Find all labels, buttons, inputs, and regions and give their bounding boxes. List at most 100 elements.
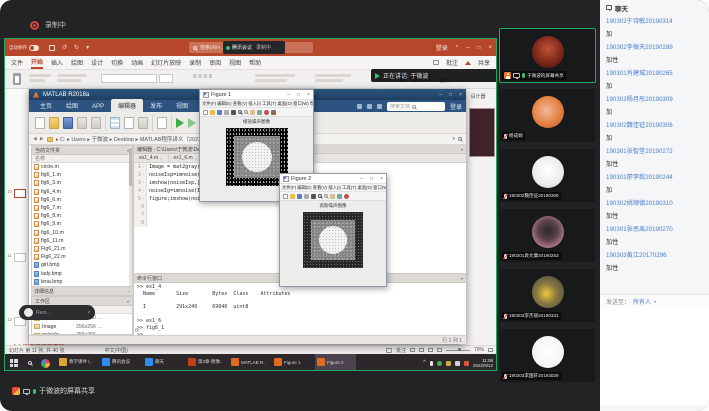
up-folder-icon[interactable] <box>47 137 53 142</box>
figure2-titlebar[interactable]: Figure 2 – □ × <box>280 174 386 184</box>
status-comment-label[interactable]: 批注 <box>396 347 406 354</box>
message-sender[interactable]: 190301张智堂20190272 <box>606 145 703 158</box>
brush-icon[interactable] <box>271 110 276 115</box>
ppt-menu-item[interactable]: 视图 <box>229 58 241 67</box>
toolstrip-tab[interactable]: APP <box>85 102 111 112</box>
meeting-overlay-pill[interactable]: 腾讯会议 录制中 <box>223 41 285 54</box>
copy-icon[interactable] <box>367 104 372 109</box>
send-to-dropdown-icon[interactable]: ▾ <box>654 299 656 304</box>
panel-menu-icon[interactable]: ▾ <box>461 276 463 281</box>
design-suggestion-thumb[interactable] <box>469 108 495 157</box>
new-figure-icon[interactable] <box>283 194 288 199</box>
rotate-icon[interactable] <box>257 110 262 115</box>
participant-tile[interactable]: 190301袁文康20190253 <box>499 208 596 263</box>
message-sender[interactable]: 190301肖建城20190265 <box>606 67 703 80</box>
ppt-menu-item[interactable]: 开始 <box>31 57 43 69</box>
indent-icon[interactable] <box>138 117 148 129</box>
language-label[interactable]: 中文(中国) <box>104 347 127 354</box>
taskbar-app-button[interactable]: MATLAB R.. <box>229 354 270 371</box>
comment-label[interactable]: 批注 <box>446 58 458 67</box>
minimize-button[interactable]: – <box>466 45 469 51</box>
panel-menu-icon[interactable]: ▾ <box>461 147 463 152</box>
minimize-button[interactable]: – <box>360 176 363 182</box>
new-script-icon[interactable] <box>35 117 45 129</box>
ppt-menu-item[interactable]: 绘图 <box>71 58 83 67</box>
maximize-button[interactable]: □ <box>370 176 373 182</box>
message-sender[interactable]: 190302于诗敏20190314 <box>606 15 703 28</box>
run-icon[interactable] <box>176 118 184 128</box>
ppt-menu-item[interactable]: 录制 <box>189 58 201 67</box>
message-sender[interactable]: 190301张思禹20190270 <box>606 223 703 236</box>
paste-icon[interactable] <box>13 73 21 85</box>
autosave-toggle[interactable]: 自动保存 <box>9 45 39 51</box>
save-icon[interactable] <box>297 194 302 199</box>
slide-thumbnail[interactable]: 10 <box>7 189 28 198</box>
slide-thumb-box[interactable] <box>14 253 26 262</box>
toolstrip-tab[interactable]: 编辑器 <box>111 99 143 112</box>
cursor-icon[interactable] <box>311 194 316 199</box>
breakpoints-icon[interactable] <box>157 117 167 129</box>
participant-tile[interactable]: 190302魏佳征20190306 <box>499 148 596 203</box>
print-icon[interactable] <box>304 194 309 199</box>
file-item[interactable]: girl.bmp <box>32 261 132 269</box>
compare-icon[interactable] <box>91 117 101 129</box>
rotate-icon[interactable] <box>337 194 342 199</box>
file-item[interactable]: fig6_10.m <box>32 229 132 237</box>
close-button[interactable]: × <box>488 45 492 51</box>
redo-icon[interactable]: ↻ <box>74 44 79 51</box>
ppt-menu-item[interactable]: 动画 <box>131 58 143 67</box>
ppt-menu-item[interactable]: 设计 <box>91 58 103 67</box>
font-size-box[interactable] <box>159 74 173 83</box>
taskbar-app-button[interactable]: 教学课件 (.. <box>57 354 98 371</box>
taskbar-app-button[interactable]: 第3章-图像.. <box>186 354 227 371</box>
ppt-menu-item[interactable]: 幻灯片放映 <box>151 58 181 67</box>
file-item[interactable]: Fig6_21.m <box>32 245 132 253</box>
share-icon[interactable] <box>465 61 471 65</box>
notes-icon[interactable] <box>386 348 392 353</box>
file-item[interactable]: lena.bmp <box>32 278 132 286</box>
browse-dropdown-icon[interactable]: ▾ <box>452 136 455 142</box>
message-sender[interactable]: 190302魏佳征20190306 <box>606 119 703 132</box>
open-icon[interactable] <box>49 117 59 129</box>
open-icon[interactable] <box>290 194 295 199</box>
undo-icon[interactable]: ↺ <box>62 44 67 51</box>
pan-icon[interactable] <box>330 194 335 199</box>
taskbar-app-button[interactable]: Figure 2 <box>315 354 356 371</box>
floating-widget[interactable]: Rem... ‹ <box>19 305 95 320</box>
toolstrip-tab[interactable]: 绘图 <box>59 99 85 112</box>
scrollbar[interactable] <box>129 146 132 286</box>
toolstrip-tab[interactable]: 视图 <box>169 99 195 112</box>
datatip-icon[interactable] <box>344 194 349 199</box>
slide-thumbnail[interactable]: 11 <box>7 253 28 262</box>
figure1-menubar[interactable]: 文件(F) 编辑(E) 查看(V) 插入(I) 工具(T) 桌面(D) 窗口(W… <box>200 100 313 108</box>
normal-view-icon[interactable] <box>410 348 415 352</box>
zoom-in-icon[interactable] <box>238 110 242 114</box>
details-bar[interactable]: 详细信息 ^ <box>31 287 133 296</box>
back-icon[interactable]: ◀ <box>33 136 37 142</box>
cursor-icon[interactable] <box>231 110 236 115</box>
pan-icon[interactable] <box>250 110 255 115</box>
taskbar-app-button[interactable]: 聊天 <box>143 354 184 371</box>
pinwheel-app-icon[interactable] <box>41 359 50 368</box>
save-icon[interactable] <box>217 110 222 115</box>
minimize-button[interactable]: – <box>439 92 442 98</box>
close-button[interactable]: × <box>459 92 462 98</box>
file-item[interactable]: fig6_7.m <box>32 204 132 212</box>
send-to-selector[interactable]: 所有人 <box>633 297 651 306</box>
tray-red-icon[interactable] <box>464 361 469 366</box>
tray-chevron-icon[interactable]: ^ <box>423 360 426 366</box>
taskbar-app-button[interactable]: Figure 1 <box>272 354 313 371</box>
name-column-header[interactable]: 名称 <box>35 155 45 162</box>
datatip-icon[interactable] <box>264 110 269 115</box>
taskbar-app-button[interactable]: 腾讯会议 <box>100 354 141 371</box>
fit-slide-icon[interactable] <box>488 348 493 352</box>
slide-thumb-box[interactable] <box>14 189 26 198</box>
zoom-level[interactable]: 79% <box>474 347 484 353</box>
paste-icon[interactable] <box>377 104 382 109</box>
message-sender[interactable]: 190302姚顺德20190310 <box>606 197 703 210</box>
tray-input-icon[interactable] <box>455 361 460 366</box>
participant-tile[interactable]: 190303李国轩20193029 <box>499 328 596 383</box>
slide-sorter-icon[interactable] <box>419 348 424 352</box>
tray-green-icon[interactable] <box>437 361 442 366</box>
close-button[interactable]: × <box>307 92 310 98</box>
